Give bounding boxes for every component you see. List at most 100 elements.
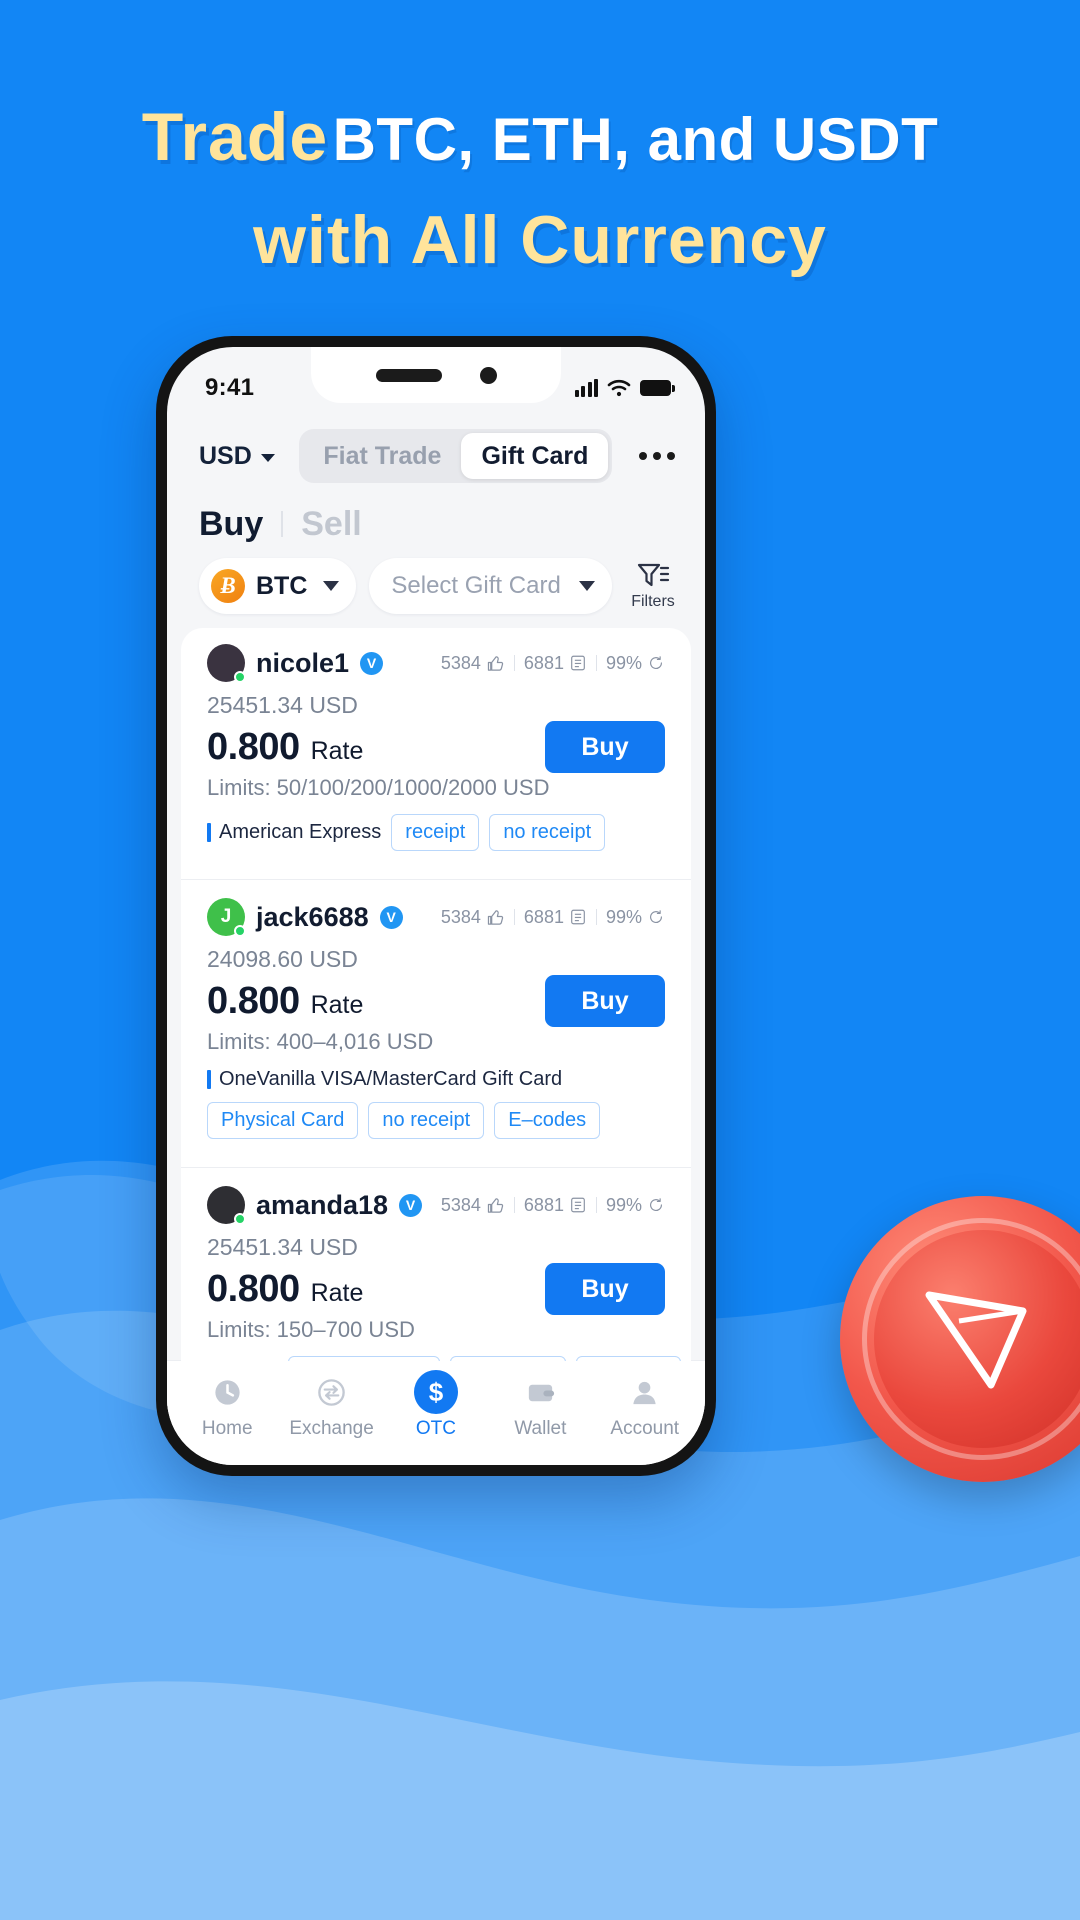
offer-user[interactable]: J jack6688 V — [207, 898, 403, 937]
caret-down-icon — [323, 581, 340, 591]
tron-logo-icon — [925, 1291, 1027, 1389]
wallet-icon — [524, 1372, 557, 1412]
tab-divider — [281, 511, 284, 537]
verified-badge-icon: V — [360, 651, 384, 675]
thumbs-up-icon — [487, 909, 504, 925]
filters-label: Filters — [631, 593, 675, 610]
filters-button[interactable]: Filters — [625, 561, 681, 611]
status-time: 9:41 — [205, 374, 255, 401]
bitcoin-icon: Ƀ — [211, 569, 245, 603]
tab-exchange[interactable]: Exchange — [284, 1372, 380, 1440]
completion-rate: 99% — [605, 1194, 642, 1215]
offer-chip[interactable]: Physical Card — [207, 1102, 359, 1139]
filter-row: Ƀ BTC Select Gift Card Filters — [167, 544, 705, 628]
currency-selector[interactable]: USD — [199, 442, 275, 471]
offer-row[interactable]: nicole1 V 5384 6881 99% 25451.34 USD 0.8… — [181, 628, 691, 867]
buy-button[interactable]: Buy — [545, 721, 665, 773]
verified-badge-icon: V — [379, 905, 403, 929]
offer-rate-value: 0.800 — [207, 1267, 300, 1310]
thumbs-up-icon — [487, 1197, 504, 1213]
coin-symbol-label: BTC — [256, 571, 308, 600]
offer-rate-label: Rate — [310, 736, 364, 765]
offer-stats: 5384 6881 99% — [441, 907, 665, 928]
promo-headline: Trade BTC, ETH, and USDT with All Curren… — [0, 96, 1080, 282]
gift-card-selector[interactable]: Select Gift Card — [369, 558, 612, 614]
offer-chip[interactable]: Physical Card — [288, 1356, 440, 1361]
status-bar: 9:41 — [167, 347, 705, 415]
buy-button[interactable]: Buy — [545, 975, 665, 1027]
refresh-icon — [650, 910, 662, 923]
filter-funnel-icon — [637, 563, 670, 587]
top-navigation: USD Fiat Trade Gift Card — [167, 415, 705, 491]
offer-rate: 0.800 Rate — [207, 726, 363, 769]
offer-chip[interactable]: receipt — [391, 814, 480, 851]
offer-header: amanda18 V 5384 6881 99% — [207, 1186, 665, 1225]
offer-list[interactable]: nicole1 V 5384 6881 99% 25451.34 USD 0.8… — [181, 628, 691, 1361]
offer-header: nicole1 V 5384 6881 99% — [207, 644, 665, 683]
offer-tags: OneVanilla VISA/MasterCard Gift Card Phy… — [207, 1068, 665, 1155]
speaker-pill-icon — [375, 368, 442, 382]
offer-username: amanda18 — [256, 1189, 389, 1220]
offer-chip[interactable]: no receipt — [449, 1356, 566, 1361]
tab-label: Exchange — [289, 1418, 374, 1439]
offer-user[interactable]: nicole1 V — [207, 644, 384, 683]
offer-row[interactable]: amanda18 V 5384 6881 99% 25451.34 USD 0.… — [181, 1167, 691, 1361]
wifi-icon — [607, 379, 631, 397]
trade-direction-tabs: Buy Sell — [167, 491, 705, 544]
online-status-dot — [234, 925, 246, 937]
tab-sell[interactable]: Sell — [301, 505, 361, 544]
thumbs-up-icon — [487, 655, 504, 671]
bottom-tab-bar: Home Exchange $ OTC Wallet Account — [167, 1361, 705, 1465]
orders-count: 6881 — [523, 906, 564, 927]
likes-count: 5384 — [440, 906, 481, 927]
offer-stats: 5384 6881 99% — [441, 653, 665, 674]
tab-otc[interactable]: $ OTC — [388, 1370, 484, 1440]
likes-count: 5384 — [440, 1194, 481, 1215]
cellular-bars-icon — [574, 379, 598, 397]
tab-fiat-trade[interactable]: Fiat Trade — [303, 433, 461, 479]
likes-count: 5384 — [440, 652, 481, 673]
offer-limits: Limits: 400–4,016 USD — [207, 1029, 434, 1054]
offer-chip[interactable]: E–codes — [494, 1102, 601, 1139]
dynamic-island — [311, 347, 561, 403]
more-horizontal-icon[interactable] — [637, 446, 677, 466]
avatar-initial: J — [220, 906, 232, 927]
tab-label: Account — [610, 1418, 680, 1439]
offer-username: nicole1 — [256, 647, 350, 678]
online-status-dot — [234, 671, 246, 683]
currency-label: USD — [199, 441, 252, 470]
phone-screen: 9:41 USD Fiat Trade Gift Card Buy Sell Ƀ… — [167, 347, 705, 1465]
avatar: J — [207, 898, 246, 937]
tab-wallet[interactable]: Wallet — [492, 1372, 588, 1440]
offer-chip[interactable]: no receipt — [368, 1102, 485, 1139]
tab-home[interactable]: Home — [179, 1372, 275, 1440]
refresh-icon — [650, 656, 662, 669]
offer-chip[interactable]: no receipt — [489, 814, 606, 851]
front-camera-icon — [479, 366, 497, 384]
offer-user[interactable]: amanda18 V — [207, 1186, 423, 1225]
tab-gift-card[interactable]: Gift Card — [461, 433, 609, 479]
offer-card-name: OneVanilla VISA/MasterCard Gift Card — [207, 1068, 665, 1091]
coin-selector[interactable]: Ƀ BTC — [199, 558, 357, 614]
exchange-arrows-icon — [315, 1372, 348, 1412]
offer-tags: iTunes Physical Card no receipt E–codes — [207, 1356, 682, 1361]
offer-row[interactable]: J jack6688 V 5384 6881 99% 24098.60 USD … — [181, 879, 691, 1155]
gift-card-placeholder: Select Gift Card — [391, 572, 561, 599]
orders-count: 6881 — [523, 1194, 564, 1215]
user-account-icon — [628, 1372, 661, 1412]
avatar — [207, 644, 246, 683]
mode-segmented-control: Fiat Trade Gift Card — [299, 429, 613, 483]
offer-chip[interactable]: E–codes — [575, 1356, 682, 1361]
offer-rate-label: Rate — [310, 990, 364, 1019]
tab-account[interactable]: Account — [597, 1372, 693, 1440]
tab-buy[interactable]: Buy — [199, 505, 263, 544]
online-status-dot — [234, 1213, 246, 1225]
offer-limits: Limits: 150–700 USD — [207, 1317, 415, 1342]
offer-tags: American Express receipt no receipt — [207, 814, 665, 867]
buy-button[interactable]: Buy — [545, 1263, 665, 1315]
offer-price: 25451.34 USD — [207, 1234, 358, 1260]
offer-limits: Limits: 50/100/200/1000/2000 USD — [207, 775, 550, 800]
completion-rate: 99% — [605, 652, 642, 673]
phone-mockup: 9:41 USD Fiat Trade Gift Card Buy Sell Ƀ… — [156, 336, 716, 1476]
order-list-icon — [571, 909, 585, 925]
